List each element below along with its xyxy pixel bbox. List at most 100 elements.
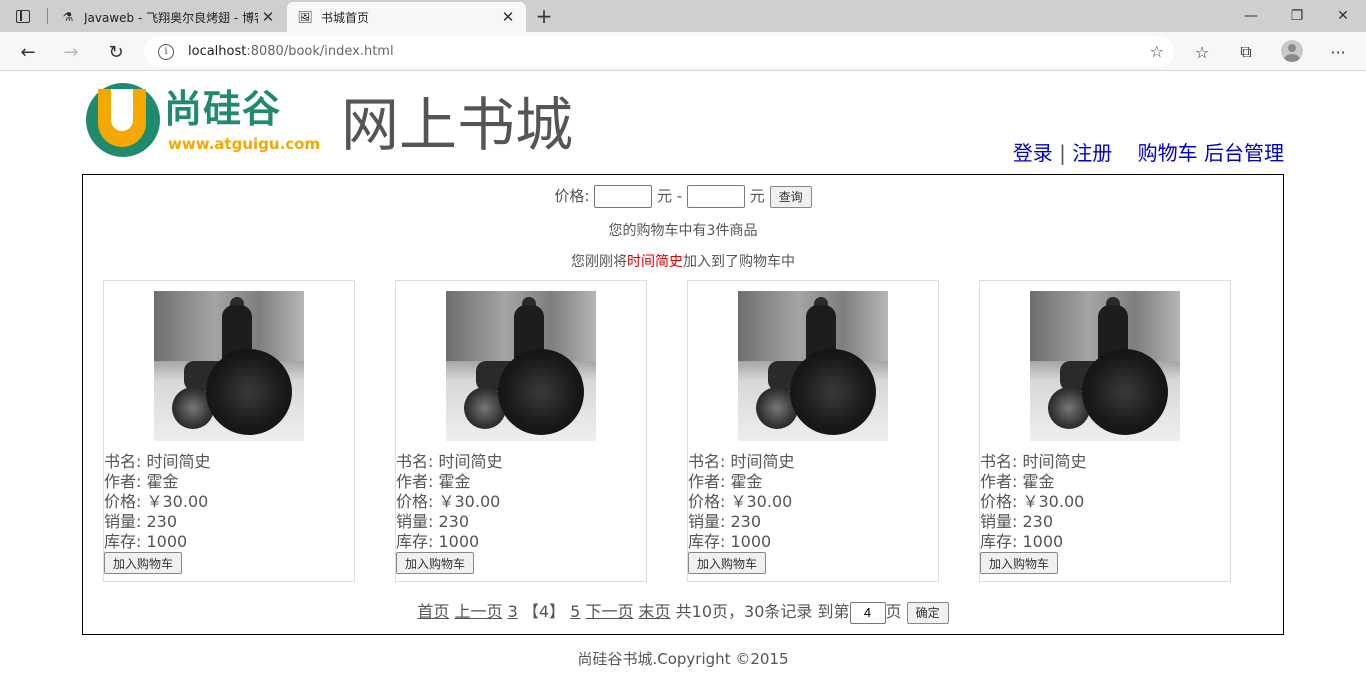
book-stock-row: 库存: 1000: [104, 532, 188, 551]
page-header: 尚硅谷 www.atguigu.com 网上书城 登录 | 注册 购物车 后台管…: [82, 71, 1284, 174]
price-label: 价格:: [554, 187, 590, 205]
minimize-button[interactable]: —: [1228, 0, 1274, 32]
book-card: 书名: 时间简史 作者: 霍金 价格: ￥30.00 销量: 230 库存: 1…: [687, 280, 939, 582]
next-page-link[interactable]: 下一页: [585, 602, 633, 621]
collections-icon[interactable]: ⧉: [1235, 41, 1257, 63]
browser-toolbar: ← → ↻ i localhost:8080/book/index.html ☆…: [0, 32, 1366, 71]
last-added-message: 您刚刚将时间简史加入到了购物车中: [83, 251, 1283, 271]
register-link[interactable]: 注册: [1072, 141, 1112, 165]
last-page-link[interactable]: 末页: [639, 602, 671, 621]
search-button[interactable]: 查询: [769, 185, 812, 208]
page-footer: 尚硅谷书城.Copyright ©2015: [577, 650, 789, 668]
book-name: 时间简史: [730, 452, 795, 471]
close-tab-icon[interactable]: ✕: [498, 8, 518, 26]
book-author: 霍金: [730, 472, 763, 491]
book-stock: 1000: [438, 532, 480, 551]
book-price-row: 价格: ￥30.00: [688, 492, 793, 511]
add-favorite-icon[interactable]: ☆: [1150, 42, 1164, 61]
book-sales-row: 销量: 230: [688, 512, 762, 531]
book-price-row: 价格: ￥30.00: [104, 492, 209, 511]
page-3-link[interactable]: 3: [508, 602, 518, 621]
book-author: 霍金: [1022, 472, 1055, 491]
link-separator: |: [1059, 141, 1066, 165]
book-sales-row: 销量: 230: [980, 512, 1054, 531]
tab-actions-button[interactable]: [0, 0, 46, 32]
book-author-row: 作者: 霍金: [396, 472, 471, 491]
book-cover-image: [154, 291, 304, 441]
book-cover-image: [1030, 291, 1180, 441]
first-page-link[interactable]: 首页: [417, 602, 449, 621]
book-price-row: 价格: ￥30.00: [980, 492, 1085, 511]
tab-javaweb-blog[interactable]: ⚗ Javaweb - 飞翔奥尔良烤翅 - 博客 ✕: [50, 2, 286, 32]
bookstore-favicon-icon: 🖼: [297, 10, 313, 24]
book-author: 霍金: [438, 472, 471, 491]
browser-tab-bar: ⚗ Javaweb - 飞翔奥尔良烤翅 - 博客 ✕ 🖼 书城首页 ✕ + — …: [0, 0, 1366, 32]
book-info: 书名: 时间简史 作者: 霍金 价格: ￥30.00 销量: 230 库存: 1…: [980, 452, 1087, 552]
refresh-button[interactable]: ↻: [101, 37, 131, 67]
new-tab-button[interactable]: +: [532, 4, 556, 28]
book-stock-row: 库存: 1000: [688, 532, 772, 551]
book-author-row: 作者: 霍金: [980, 472, 1055, 491]
price-search-form: 价格: 元 - 元 查询: [83, 185, 1283, 208]
profile-avatar[interactable]: [1281, 40, 1303, 62]
book-sales-row: 销量: 230: [104, 512, 178, 531]
logo-text: 尚硅谷: [164, 87, 282, 131]
book-card: 书名: 时间简史 作者: 霍金 价格: ￥30.00 销量: 230 库存: 1…: [395, 280, 647, 582]
site-info-icon[interactable]: i: [158, 43, 174, 60]
prev-page-link[interactable]: 上一页: [454, 602, 502, 621]
add-to-cart-button[interactable]: 加入购物车: [104, 552, 183, 574]
unit-label-max: 元: [749, 187, 765, 205]
book-name-row: 书名: 时间简史: [104, 452, 211, 471]
url-text[interactable]: localhost:8080/book/index.html: [188, 44, 394, 59]
min-price-input[interactable]: [594, 185, 653, 208]
book-sales: 230: [1022, 512, 1054, 531]
book-author-row: 作者: 霍金: [104, 472, 179, 491]
last-added-book: 时间简史: [627, 254, 683, 270]
page-5-link[interactable]: 5: [570, 602, 580, 621]
address-bar[interactable]: i localhost:8080/book/index.html ☆: [144, 36, 1174, 67]
login-link[interactable]: 登录: [1013, 141, 1053, 165]
book-price: ￥30.00: [1022, 492, 1085, 511]
book-stock: 1000: [146, 532, 188, 551]
goto-prefix: 到第: [817, 602, 850, 621]
tab-title: 书城首页: [321, 10, 370, 25]
add-to-cart-button[interactable]: 加入购物车: [980, 552, 1059, 574]
max-price-input[interactable]: [687, 185, 745, 208]
cart-link[interactable]: 购物车: [1138, 141, 1198, 165]
book-cover-image: [738, 291, 888, 441]
book-author-row: 作者: 霍金: [688, 472, 763, 491]
book-stock-row: 库存: 1000: [396, 532, 480, 551]
last-added-prefix: 您刚刚将: [571, 254, 627, 270]
main-content: 价格: 元 - 元 查询 您的购物车中有3件商品 您刚刚将时间简史加入到了购物车…: [82, 174, 1284, 635]
atguigu-logo: 尚硅谷 www.atguigu.com: [86, 83, 336, 161]
add-to-cart-button[interactable]: 加入购物车: [688, 552, 767, 574]
book-sales: 230: [438, 512, 470, 531]
logo-website: www.atguigu.com: [168, 135, 321, 153]
book-name: 时间简史: [438, 452, 503, 471]
last-added-suffix: 加入到了购物车中: [683, 254, 795, 270]
site-title: 网上书城: [341, 91, 574, 159]
book-price: ￥30.00: [730, 492, 793, 511]
tab-separator: [47, 8, 48, 24]
book-card: 书名: 时间简史 作者: 霍金 价格: ￥30.00 销量: 230 库存: 1…: [979, 280, 1231, 582]
goto-confirm-button[interactable]: 确定: [906, 601, 949, 624]
back-button[interactable]: ←: [13, 37, 43, 67]
book-stock: 1000: [730, 532, 772, 551]
forward-button[interactable]: →: [56, 37, 86, 67]
goto-page-input[interactable]: [849, 601, 886, 624]
tab-bookstore-home[interactable]: 🖼 书城首页 ✕: [287, 2, 526, 32]
book-name-row: 书名: 时间简史: [396, 452, 503, 471]
logo-u-icon: [86, 83, 160, 157]
book-sales: 230: [146, 512, 178, 531]
more-menu-icon[interactable]: ···: [1327, 41, 1349, 63]
admin-link[interactable]: 后台管理: [1204, 141, 1284, 165]
add-to-cart-button[interactable]: 加入购物车: [396, 552, 475, 574]
book-author: 霍金: [146, 472, 179, 491]
user-links: 登录 | 注册 购物车 后台管理: [1013, 137, 1284, 166]
close-window-button[interactable]: ✕: [1320, 0, 1366, 32]
book-sales: 230: [730, 512, 762, 531]
restore-button[interactable]: ❐: [1274, 0, 1320, 32]
close-tab-icon[interactable]: ✕: [258, 8, 278, 26]
favorites-icon[interactable]: ☆: [1191, 41, 1213, 63]
url-path: :8080/book/index.html: [246, 44, 394, 59]
